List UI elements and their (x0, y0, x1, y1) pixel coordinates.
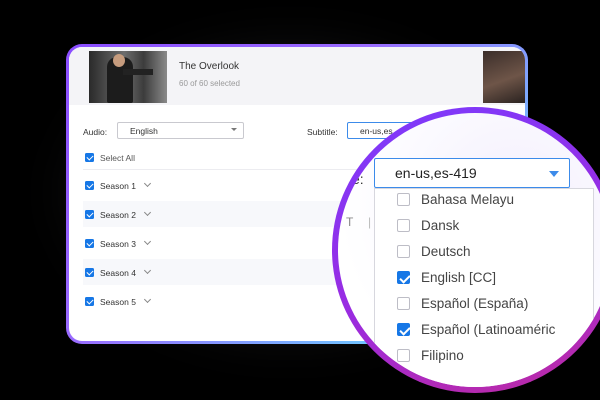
option-checkbox[interactable] (397, 193, 410, 206)
option-label: Dansk (421, 218, 460, 233)
chevron-down-icon[interactable] (143, 237, 152, 246)
thumbnail-face (113, 54, 125, 67)
language-option[interactable]: English [CC] (375, 265, 593, 291)
option-label: Bahasa Melayu (421, 192, 515, 207)
subtitle-select-value: en-us,es (360, 126, 393, 136)
chevron-down-icon[interactable] (143, 295, 152, 304)
zoomed-subtitle-select[interactable]: en-us,es-419 (374, 158, 570, 188)
option-label: Deutsch (421, 244, 471, 259)
subtitle-label: Subtitle: (307, 127, 338, 137)
season-label: Season 3 (100, 239, 136, 249)
caret-down-icon (549, 171, 559, 177)
chevron-down-icon[interactable] (143, 179, 152, 188)
video-header: The Overlook 60 of 60 selected (69, 47, 525, 105)
option-label: Filipino (421, 348, 464, 363)
option-checkbox-checked[interactable] (397, 323, 410, 336)
chevron-down-icon[interactable] (143, 266, 152, 275)
chevron-down-icon[interactable] (143, 208, 152, 217)
video-thumbnail (89, 51, 167, 103)
season-checkbox[interactable] (85, 210, 94, 219)
zoomed-subtitle-label: e: (352, 171, 364, 187)
divider-mark: | (368, 215, 372, 229)
option-checkbox-checked[interactable] (397, 271, 410, 284)
option-label: Español (España) (421, 296, 529, 311)
option-label: Español (Latinoaméric (421, 322, 556, 337)
option-checkbox[interactable] (397, 245, 410, 258)
thumbnail-arm (123, 69, 153, 75)
language-option[interactable]: Español (España) (375, 291, 593, 317)
option-checkbox[interactable] (397, 219, 410, 232)
zoomed-subtitle-value: en-us,es-419 (395, 165, 477, 181)
audio-label: Audio: (83, 127, 108, 137)
next-video-thumbnail[interactable] (483, 51, 525, 103)
audio-select-value: English (130, 126, 158, 136)
season-checkbox[interactable] (85, 297, 94, 306)
language-option[interactable]: Bahasa Melayu (375, 187, 593, 213)
language-option[interactable]: Español (Latinoaméric (375, 317, 593, 343)
select-all-label: Select All (100, 153, 135, 163)
season-label: Season 5 (100, 297, 136, 307)
season-checkbox[interactable] (85, 239, 94, 248)
video-title: The Overlook (179, 61, 240, 72)
magnifier-content: e: en-us,es-419 | T Bahasa Melayu Dansk … (338, 113, 600, 387)
select-all-checkbox[interactable] (85, 153, 94, 162)
season-label: Season 1 (100, 181, 136, 191)
language-option[interactable]: Filipino (375, 343, 593, 369)
option-checkbox[interactable] (397, 349, 410, 362)
season-checkbox[interactable] (85, 181, 94, 190)
option-checkbox[interactable] (397, 297, 410, 310)
audio-select[interactable]: English (117, 122, 244, 139)
language-dropdown-list: Bahasa Melayu Dansk Deutsch English [CC]… (374, 188, 594, 387)
language-option[interactable]: Dansk (375, 213, 593, 239)
season-label: Season 4 (100, 268, 136, 278)
season-checkbox[interactable] (85, 268, 94, 277)
selection-count: 60 of 60 selected (179, 79, 240, 88)
background-text: T (346, 215, 354, 229)
language-option[interactable]: Deutsch (375, 239, 593, 265)
magnifier-lens: e: en-us,es-419 | T Bahasa Melayu Dansk … (332, 107, 600, 393)
chevron-down-icon (231, 128, 237, 131)
season-label: Season 2 (100, 210, 136, 220)
option-label: English [CC] (421, 270, 497, 285)
